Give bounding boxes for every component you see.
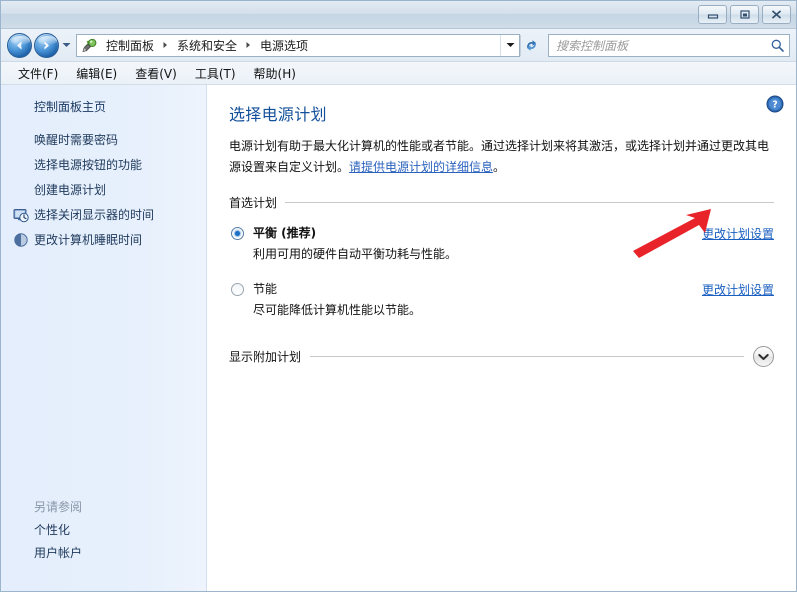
plan-row-power-saver[interactable]: 节能 尽可能降低计算机性能以节能。 更改计划设置 [229, 281, 774, 320]
minimize-button[interactable] [698, 5, 727, 24]
breadcrumb-item-control-panel[interactable]: 控制面板 [101, 35, 159, 56]
monitor-clock-icon [13, 209, 29, 223]
power-options-window: 控制面板 系统和安全 电源选项 搜索控制面板 文件(F) 编辑(E) 查看(V)… [0, 0, 797, 592]
search-input[interactable]: 搜索控制面板 [556, 37, 770, 54]
show-additional-plans-label: 显示附加计划 [229, 350, 302, 364]
refresh-button[interactable] [520, 34, 542, 56]
title-bar [1, 1, 796, 29]
preferred-plans-title: 首选计划 [229, 196, 278, 210]
menu-item-tools[interactable]: 工具(T) [186, 63, 245, 84]
menu-item-help[interactable]: 帮助(H) [245, 63, 305, 84]
sidebar: 控制面板主页 唤醒时需要密码 选择电源按钮的功能 创建电源计划 选择关闭显示器的… [1, 85, 207, 591]
change-plan-settings-link-balanced[interactable]: 更改计划设置 [702, 225, 774, 242]
menu-item-file[interactable]: 文件(F) [9, 63, 67, 84]
see-also-title: 另请参阅 [34, 500, 83, 514]
chevron-down-icon [758, 353, 769, 360]
page-description: 电源计划有助于最大化计算机的性能或者节能。通过选择计划来将其激活，或选择计划并通… [229, 136, 769, 178]
sidebar-item-power-button-action[interactable]: 选择电源按钮的功能 [1, 153, 206, 178]
plan-description: 尽可能降低计算机性能以节能。 [253, 303, 422, 317]
window-body: 控制面板主页 唤醒时需要密码 选择电源按钮的功能 创建电源计划 选择关闭显示器的… [1, 85, 796, 591]
breadcrumb-separator-icon[interactable] [159, 41, 172, 49]
address-bar[interactable]: 控制面板 系统和安全 电源选项 [76, 33, 520, 57]
radio-balanced[interactable] [231, 227, 244, 240]
radio-power-saver[interactable] [231, 283, 244, 296]
plan-name: 节能 [253, 282, 278, 296]
breadcrumb-item-system-security[interactable]: 系统和安全 [172, 35, 242, 56]
help-icon[interactable]: ? [766, 95, 784, 113]
recent-pages-dropdown[interactable] [59, 35, 73, 55]
divider [310, 356, 744, 357]
forward-button[interactable] [34, 32, 59, 58]
change-plan-settings-link-power-saver[interactable]: 更改计划设置 [702, 281, 774, 298]
svg-text:?: ? [772, 100, 778, 111]
close-button[interactable] [762, 5, 791, 24]
address-dropdown-button[interactable] [500, 34, 519, 56]
menu-bar: 文件(F) 编辑(E) 查看(V) 工具(T) 帮助(H) [1, 62, 796, 85]
breadcrumb-separator-icon-2[interactable] [242, 41, 255, 49]
page-description-tail: 。 [493, 160, 506, 174]
main-content: ? 选择电源计划 电源计划有助于最大化计算机的性能或者节能。通过选择计划来将其激… [207, 85, 796, 591]
sidebar-item-create-power-plan[interactable]: 创建电源计划 [1, 178, 206, 203]
sidebar-item-require-password[interactable]: 唤醒时需要密码 [1, 128, 206, 153]
page-title: 选择电源计划 [229, 105, 327, 124]
plan-row-balanced[interactable]: 平衡 (推荐) 利用可用的硬件自动平衡功耗与性能。 更改计划设置 [229, 225, 774, 264]
plan-description: 利用可用的硬件自动平衡功耗与性能。 [253, 247, 458, 261]
sleep-moon-icon [14, 233, 28, 247]
sidebar-item-user-accounts[interactable]: 用户帐户 [1, 542, 206, 565]
search-box[interactable]: 搜索控制面板 [548, 33, 790, 57]
back-button[interactable] [7, 32, 32, 58]
sidebar-item-personalization[interactable]: 个性化 [1, 519, 206, 542]
preferred-plans-header: 首选计划 [229, 194, 774, 211]
window-controls [698, 5, 791, 24]
sidebar-item-change-sleep-time[interactable]: 更改计算机睡眠时间 [1, 228, 206, 253]
power-plan-details-link[interactable]: 请提供电源计划的详细信息 [349, 160, 493, 174]
menu-item-edit[interactable]: 编辑(E) [67, 63, 126, 84]
expand-additional-plans-button[interactable] [753, 346, 774, 367]
sidebar-item-choose-display-off-time[interactable]: 选择关闭显示器的时间 [1, 203, 206, 228]
maximize-button[interactable] [730, 5, 759, 24]
see-also-section: 另请参阅 个性化 用户帐户 [1, 494, 206, 565]
power-plug-icon [82, 38, 97, 52]
breadcrumb-item-power-options[interactable]: 电源选项 [255, 35, 313, 56]
search-icon [771, 39, 784, 52]
menu-item-view[interactable]: 查看(V) [126, 63, 186, 84]
plan-name: 平衡 (推荐) [253, 226, 317, 240]
sidebar-item-label: 更改计算机睡眠时间 [34, 233, 143, 247]
show-additional-plans-row[interactable]: 显示附加计划 [229, 346, 774, 367]
address-bar-row: 控制面板 系统和安全 电源选项 搜索控制面板 [1, 29, 796, 62]
breadcrumb: 控制面板 系统和安全 电源选项 [81, 35, 500, 56]
divider [285, 202, 774, 203]
sidebar-item-label: 选择关闭显示器的时间 [34, 208, 155, 222]
sidebar-item-control-panel-home[interactable]: 控制面板主页 [1, 95, 206, 128]
